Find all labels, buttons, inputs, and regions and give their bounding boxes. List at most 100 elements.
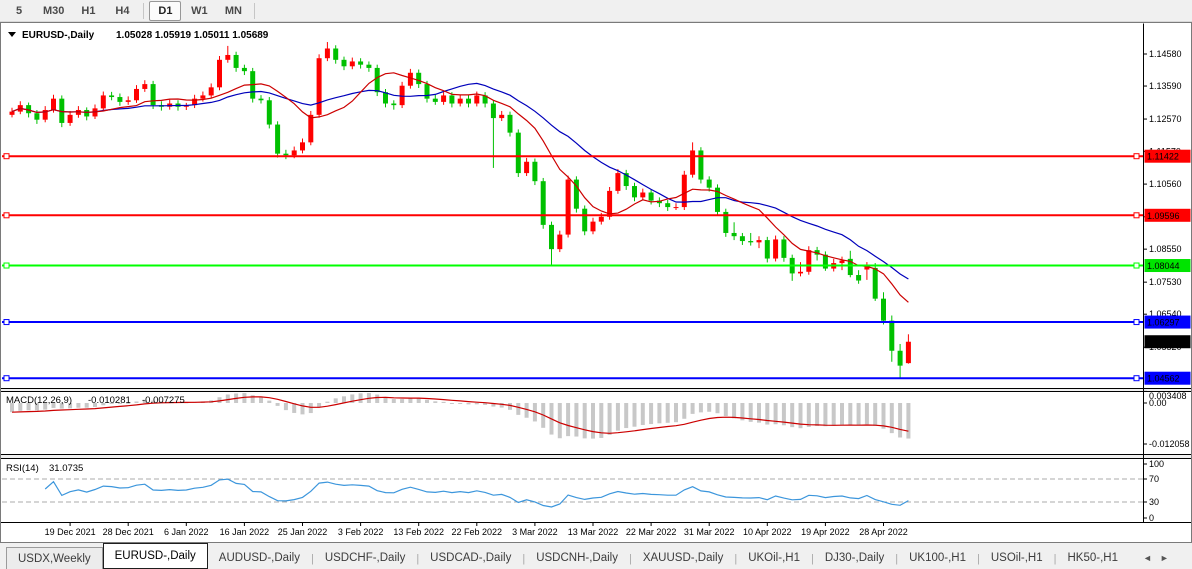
macd-histogram-bar <box>591 403 595 439</box>
tab-uk100-h1[interactable]: UK100-,H1 <box>898 548 977 568</box>
timeframe-button-w1[interactable]: W1 <box>183 1 215 21</box>
tab-scroll-left-icon[interactable]: ◄ <box>1139 553 1156 563</box>
chart-tab-bar: USDX,WeeklyEURUSD-,DailyAUDUSD-,Daily|US… <box>0 543 1192 569</box>
tab-eurusd-daily[interactable]: EURUSD-,Daily <box>103 543 208 569</box>
tab-hk50-h1[interactable]: HK50-,H1 <box>1057 548 1130 568</box>
tab-audusd-daily[interactable]: AUDUSD-,Daily <box>208 548 311 568</box>
timeframe-button-d1[interactable]: D1 <box>149 1 181 21</box>
macd-histogram-bar <box>641 403 645 425</box>
line-anchor-handle[interactable] <box>1134 376 1139 381</box>
macd-histogram-bar <box>724 403 728 416</box>
candle-body <box>425 84 430 99</box>
candle-body <box>151 84 156 105</box>
macd-histogram-bar <box>408 398 412 403</box>
tab-ukoil-h1[interactable]: UKOil-,H1 <box>737 548 811 568</box>
x-axis-label: 3 Mar 2022 <box>512 527 558 537</box>
macd-histogram-bar <box>467 403 471 404</box>
timeframe-button-h4[interactable]: H4 <box>106 1 138 21</box>
macd-histogram-bar <box>267 401 271 403</box>
x-axis-label: 25 Jan 2022 <box>278 527 328 537</box>
chart-window-frame <box>1 23 1192 543</box>
tab-usdcad-daily[interactable]: USDCAD-,Daily <box>419 548 522 568</box>
candle-body <box>375 68 380 92</box>
x-axis-label: 28 Dec 2021 <box>103 527 154 537</box>
candle-body <box>698 150 703 179</box>
macd-histogram-bar <box>840 403 844 425</box>
candle-body <box>707 180 712 188</box>
line-anchor-handle[interactable] <box>4 213 9 218</box>
candle-body <box>209 87 214 95</box>
candle-body <box>366 65 371 68</box>
candle-body <box>292 150 297 155</box>
tab-xauusd-daily[interactable]: XAUUSD-,Daily <box>632 548 735 568</box>
tab-usdx-weekly[interactable]: USDX,Weekly <box>6 547 103 569</box>
candle-body <box>308 115 313 143</box>
candle-body <box>10 112 15 115</box>
line-anchor-handle[interactable] <box>4 263 9 268</box>
macd-histogram-bar <box>716 403 720 413</box>
candle-body <box>142 84 147 89</box>
macd-histogram-bar <box>608 403 612 435</box>
macd-histogram-bar <box>450 403 454 404</box>
timeframe-button-mn[interactable]: MN <box>217 1 249 21</box>
x-axis-label: 16 Jan 2022 <box>220 527 270 537</box>
panel-splitter-bar[interactable] <box>1 389 1191 391</box>
macd-histogram-bar <box>666 403 670 423</box>
candle-body <box>732 233 737 236</box>
x-axis-label: 10 Apr 2022 <box>743 527 792 537</box>
line-anchor-handle[interactable] <box>4 376 9 381</box>
macd-histogram-bar <box>259 397 263 403</box>
macd-histogram-bar <box>334 398 338 403</box>
macd-histogram-bar <box>325 402 329 403</box>
macd-histogram-bar <box>375 395 379 403</box>
line-anchor-handle[interactable] <box>1134 213 1139 218</box>
macd-value-main: -0.010281 <box>88 395 131 406</box>
candle-body <box>806 250 811 272</box>
x-axis-label: 13 Mar 2022 <box>568 527 619 537</box>
macd-histogram-bar <box>574 403 578 437</box>
panel-splitter-bar[interactable] <box>1 455 1191 458</box>
line-anchor-handle[interactable] <box>1134 320 1139 325</box>
candle-body <box>325 48 330 58</box>
candle-body <box>640 193 645 198</box>
candle-body <box>101 95 106 108</box>
macd-histogram-bar <box>616 403 620 431</box>
tab-scroll-right-icon[interactable]: ► <box>1156 553 1173 563</box>
candle-body <box>458 99 463 104</box>
line-anchor-handle[interactable] <box>1134 263 1139 268</box>
macd-histogram-bar <box>508 403 512 410</box>
price-level-tag-label: 1.04562 <box>1147 374 1180 384</box>
line-anchor-handle[interactable] <box>1134 154 1139 159</box>
chart-area: 1.145801.135901.125701.115701.105601.095… <box>0 22 1192 543</box>
timeframe-button-5[interactable]: 5 <box>3 1 35 21</box>
line-anchor-handle[interactable] <box>4 320 9 325</box>
candle-body <box>109 95 114 97</box>
price-axis-label: 1.07530 <box>1149 277 1182 287</box>
rsi-axis-label: 0 <box>1149 513 1154 523</box>
candle-body <box>433 99 438 102</box>
toolbar-separator <box>143 3 144 19</box>
timeframe-button-h1[interactable]: H1 <box>72 1 104 21</box>
candle-body <box>491 104 496 119</box>
tab-usoil-h1[interactable]: USOil-,H1 <box>980 548 1054 568</box>
tab-usdcnh-daily[interactable]: USDCNH-,Daily <box>525 548 629 568</box>
macd-histogram-bar <box>765 403 769 425</box>
candle-body <box>881 299 886 321</box>
tab-dj30-daily[interactable]: DJ30-,Daily <box>814 548 895 568</box>
candle-body <box>267 100 272 124</box>
macd-histogram-bar <box>857 403 861 425</box>
candle-body <box>748 241 753 242</box>
macd-histogram-bar <box>691 403 695 414</box>
macd-histogram-bar <box>226 394 230 403</box>
rsi-value: 31.0735 <box>49 463 83 474</box>
line-anchor-handle[interactable] <box>4 154 9 159</box>
candle-body <box>532 162 537 181</box>
candle-body <box>740 236 745 241</box>
x-axis-label: 28 Apr 2022 <box>859 527 908 537</box>
timeframe-button-m30[interactable]: M30 <box>37 1 70 21</box>
macd-histogram-bar <box>425 400 429 403</box>
macd-histogram-bar <box>890 403 894 433</box>
tab-usdchf-daily[interactable]: USDCHF-,Daily <box>314 548 417 568</box>
macd-histogram-bar <box>674 403 678 422</box>
x-axis-label: 3 Feb 2022 <box>338 527 384 537</box>
